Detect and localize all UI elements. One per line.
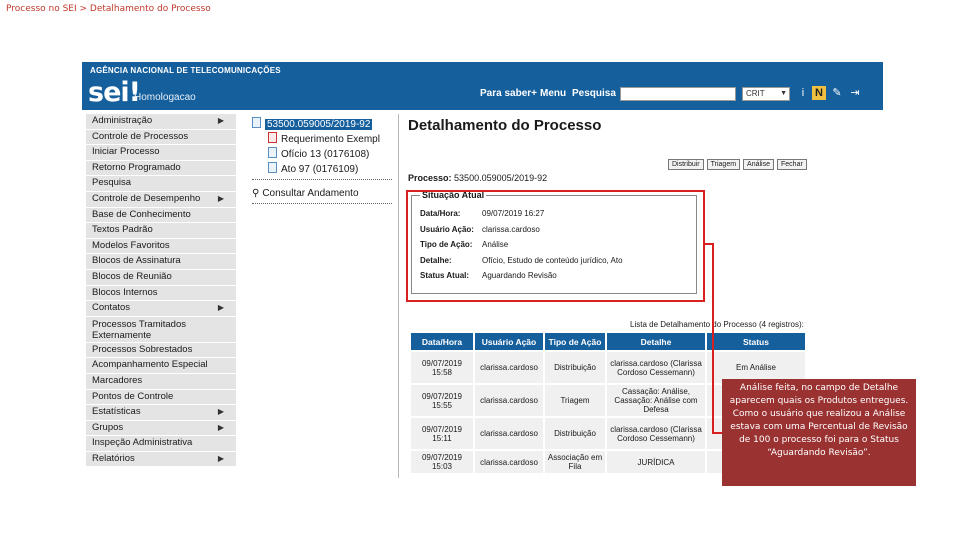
tree-doc-ato[interactable]: Ato 97 (0176109): [252, 162, 397, 177]
panel-divider: [398, 114, 399, 478]
pdf-icon: [268, 132, 277, 143]
menu-item-iniciar-processo[interactable]: Iniciar Processo: [86, 145, 236, 161]
menu-item-base-conhecimento[interactable]: Base de Conhecimento: [86, 207, 236, 224]
callout-note: Análise feita, no campo de Detalhe apare…: [722, 379, 916, 486]
tools-icon[interactable]: ✎: [830, 86, 844, 100]
document-icon: [268, 162, 277, 173]
menu-item-inspecao[interactable]: Inspeção Administrativa: [86, 436, 236, 452]
process-number-line: Processo: 53500.059005/2019-92: [408, 173, 548, 183]
tree-root-process[interactable]: 53500.059005/2019-92: [252, 117, 397, 132]
menu-item-textos-padrao[interactable]: Textos Padrão: [86, 223, 236, 239]
exit-icon[interactable]: ⇥: [848, 86, 862, 100]
magnifier-icon: ⚲: [252, 188, 260, 199]
menu-item-blocos-assinatura[interactable]: Blocos de Assinatura: [86, 254, 236, 270]
info-icon[interactable]: i: [796, 86, 810, 100]
triagem-button[interactable]: Triagem: [706, 159, 741, 170]
sei-logo[interactable]: sei!: [88, 77, 141, 108]
chevron-right-icon: ▶: [217, 422, 224, 432]
menu-item-controle-processos[interactable]: Controle de Processos: [86, 129, 236, 146]
chevron-right-icon: ▶: [217, 407, 224, 417]
menu-item-contatos[interactable]: Contatos ▶: [86, 301, 236, 317]
menu-item-pontos-controle[interactable]: Pontos de Controle: [86, 389, 236, 406]
menu-item-modelos-favoritos[interactable]: Modelos Favoritos: [86, 238, 236, 255]
col-tipo: Tipo de Ação: [545, 333, 605, 350]
analise-button[interactable]: Análise: [743, 159, 775, 170]
highlight-box: [406, 190, 705, 302]
page-title: Detalhamento do Processo: [408, 117, 602, 134]
callout-connector: [704, 243, 714, 245]
menu-item-blocos-reuniao[interactable]: Blocos de Reunião: [86, 269, 236, 286]
notice-icon[interactable]: N: [812, 86, 826, 100]
callout-connector: [712, 243, 714, 433]
agency-name: AGÊNCIA NACIONAL DE TELECOMUNICAÇÕES: [90, 66, 281, 75]
fechar-button[interactable]: Fechar: [777, 159, 807, 170]
document-icon: [268, 147, 277, 158]
col-data-hora: Data/Hora: [411, 333, 473, 350]
menu-item-processos-tramitados[interactable]: Processos Tramitados Externamente: [86, 316, 236, 343]
menu-item-estatisticas[interactable]: Estatísticas ▶: [86, 405, 236, 421]
nav-pesquisa[interactable]: Pesquisa: [572, 88, 616, 99]
unit-select-value: CRIT: [746, 89, 765, 98]
chevron-down-icon: ▼: [780, 90, 787, 97]
col-status: Status: [707, 333, 805, 350]
table-header-row: Data/Hora Usuário Ação Tipo de Ação Deta…: [411, 333, 805, 350]
search-input[interactable]: [620, 87, 736, 101]
nav-para-saber[interactable]: Para saber+: [480, 88, 537, 99]
chevron-right-icon: ▶: [217, 303, 224, 313]
environment-label: Homologacao: [134, 92, 196, 103]
nav-menu[interactable]: Menu: [540, 88, 566, 99]
tree-doc-oficio[interactable]: Ofício 13 (0176108): [252, 147, 397, 162]
consultar-andamento-link[interactable]: ⚲ Consultar Andamento: [252, 186, 397, 201]
chevron-right-icon: ▶: [217, 453, 224, 463]
menu-item-acompanhamento-especial[interactable]: Acompanhamento Especial: [86, 358, 236, 374]
detail-panel: Detalhamento do Processo Distribuir Triag…: [408, 117, 878, 294]
distribuir-button[interactable]: Distribuir: [668, 159, 704, 170]
folder-icon: [252, 117, 261, 128]
slide-title: Processo no SEI > Detalhamento do Proces…: [6, 4, 211, 14]
chevron-right-icon: ▶: [217, 116, 224, 125]
col-detalhe: Detalhe: [607, 333, 705, 350]
menu-item-processos-sobrestados[interactable]: Processos Sobrestados: [86, 342, 236, 359]
col-usuario: Usuário Ação: [475, 333, 543, 350]
menu-item-marcadores[interactable]: Marcadores: [86, 373, 236, 390]
action-buttons: Distribuir Triagem Análise Fechar: [668, 153, 810, 171]
process-tree: 53500.059005/2019-92 Requerimento Exempl…: [252, 117, 397, 210]
menu-item-retorno-programado[interactable]: Retorno Programado: [86, 160, 236, 177]
unit-select[interactable]: CRIT ▼: [742, 87, 790, 101]
menu-item-controle-desempenho[interactable]: Controle de Desempenho ▶: [86, 191, 236, 208]
main-menu: Administração ▶ Controle de Processos Ini…: [86, 114, 236, 468]
list-caption: Lista de Detalhamento do Processo (4 reg…: [630, 320, 804, 329]
process-number: 53500.059005/2019-92: [454, 173, 548, 183]
callout-connector: [712, 432, 722, 434]
tree-doc-requerimento[interactable]: Requerimento Exempl: [252, 132, 397, 147]
chevron-right-icon: ▶: [217, 193, 224, 203]
tree-divider: [252, 203, 392, 204]
menu-item-grupos[interactable]: Grupos ▶: [86, 420, 236, 437]
menu-item-pesquisa[interactable]: Pesquisa: [86, 176, 236, 192]
tree-divider: [252, 179, 392, 180]
menu-item-administracao[interactable]: Administração ▶: [86, 114, 236, 130]
menu-item-relatorios[interactable]: Relatórios ▶: [86, 451, 236, 468]
top-bar: AGÊNCIA NACIONAL DE TELECOMUNICAÇÕES sei…: [82, 62, 883, 110]
menu-item-blocos-internos[interactable]: Blocos Internos: [86, 285, 236, 302]
